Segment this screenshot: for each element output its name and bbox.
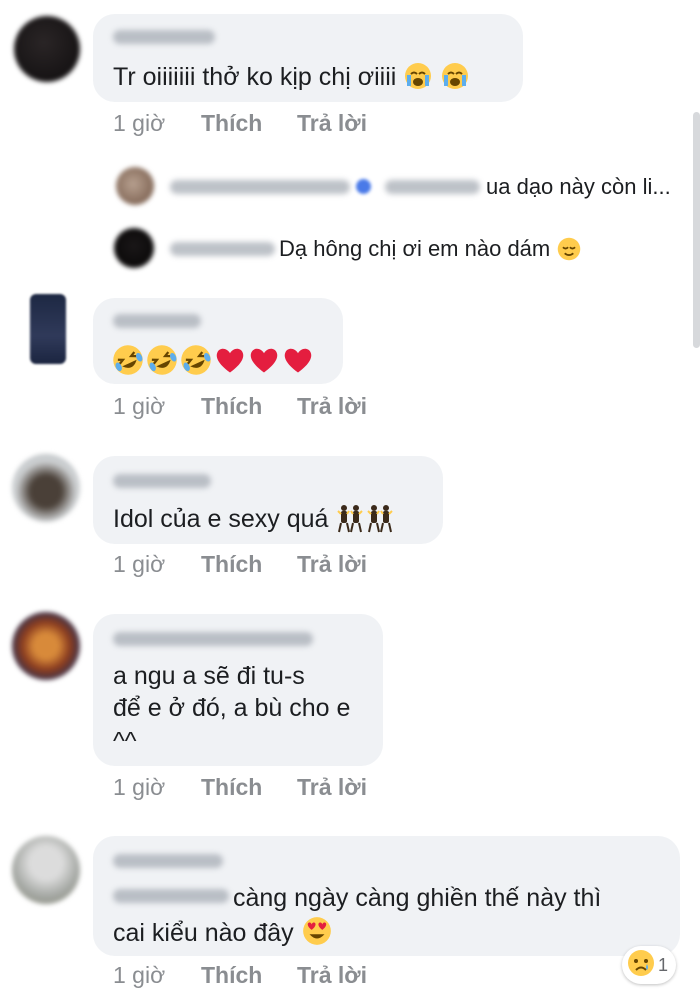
- like-link[interactable]: Thích: [201, 110, 262, 137]
- scrollbar[interactable]: [693, 112, 700, 348]
- sad-face-icon: [626, 948, 656, 983]
- reply-author-redacted[interactable]: [170, 242, 275, 256]
- reply-author-redacted[interactable]: [170, 180, 350, 194]
- crying-face-icon: [440, 63, 470, 91]
- author-name-redacted[interactable]: [113, 854, 223, 868]
- timestamp: 1 giờ: [113, 393, 166, 419]
- comment-text-line-1: a ngu a sẽ đi tu-s: [113, 662, 305, 690]
- reaction-badge[interactable]: 1: [622, 946, 677, 984]
- heart-icon: [247, 348, 281, 377]
- reaction-count: 1: [658, 954, 669, 975]
- heart-eyes-icon: [301, 917, 333, 947]
- timestamp: 1 giờ: [113, 551, 166, 577]
- comment-text-line-1: càng ngày càng ghiền thế này thì: [233, 884, 602, 912]
- author-name-redacted[interactable]: [113, 30, 215, 44]
- comment-text: [111, 343, 315, 380]
- timestamp: 1 giờ: [113, 962, 166, 988]
- rofl-icon: [111, 345, 145, 377]
- comment-text-line-2: cai kiểu nào đây: [113, 915, 333, 950]
- like-link[interactable]: Thích: [201, 551, 262, 578]
- rofl-icon: [179, 345, 213, 377]
- rofl-icon: [145, 345, 179, 377]
- comment-text-line-3: ^^: [113, 727, 137, 755]
- reply-link[interactable]: Trả lời: [297, 110, 367, 137]
- reply-link[interactable]: Trả lời: [297, 962, 367, 989]
- dancers-icon: [335, 505, 365, 533]
- tagged-name-redacted[interactable]: [113, 889, 229, 903]
- like-link[interactable]: Thích: [201, 393, 262, 420]
- comment-text-line-2: để e ở đó, a bù cho e: [113, 694, 351, 722]
- author-name-redacted[interactable]: [113, 474, 211, 488]
- like-link[interactable]: Thích: [201, 774, 262, 801]
- reply-text: Dạ hông chị ơi em nào dám: [279, 236, 582, 262]
- timestamp: 1 giờ: [113, 774, 166, 800]
- avatar[interactable]: [12, 836, 80, 904]
- comment-text: Idol của e sexy quá: [113, 502, 395, 536]
- reply-link[interactable]: Trả lời: [297, 393, 367, 420]
- verified-dot-icon: [356, 179, 371, 194]
- author-name-redacted[interactable]: [113, 314, 201, 328]
- avatar[interactable]: [116, 167, 154, 205]
- reply-link[interactable]: Trả lời: [297, 774, 367, 801]
- heart-icon: [213, 348, 247, 377]
- like-link[interactable]: Thích: [201, 962, 262, 989]
- reply-link[interactable]: Trả lời: [297, 551, 367, 578]
- dancers-icon: [365, 505, 395, 533]
- avatar[interactable]: [14, 16, 80, 82]
- timestamp: 1 giờ: [113, 110, 166, 136]
- reply-text: ua dạo này còn li...: [486, 174, 671, 199]
- comment-text: Tr oiiiiiii thở ko kịp chị ơiiii: [113, 60, 470, 94]
- relieved-face-icon: [556, 236, 582, 261]
- tagged-name-redacted[interactable]: [385, 180, 480, 194]
- avatar[interactable]: [30, 294, 66, 364]
- crying-face-icon: [403, 63, 440, 91]
- avatar[interactable]: [12, 454, 80, 522]
- author-name-redacted[interactable]: [113, 632, 313, 646]
- avatar[interactable]: [114, 228, 154, 268]
- heart-icon: [281, 348, 315, 377]
- avatar[interactable]: [12, 612, 80, 680]
